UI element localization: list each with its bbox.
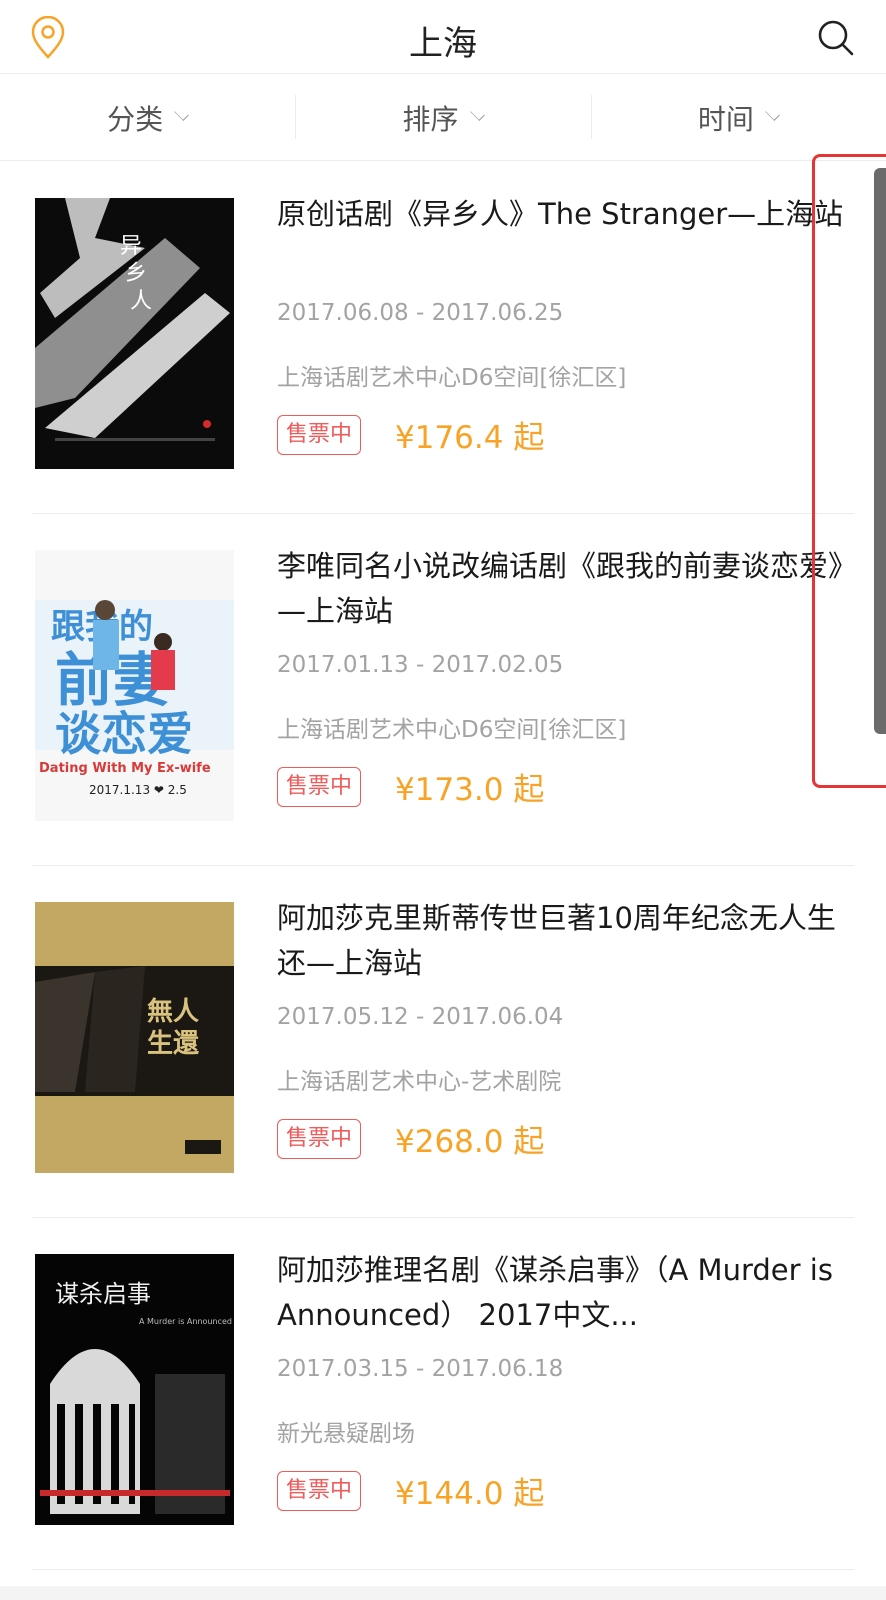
poster-text: 异 (120, 234, 142, 259)
filter-category[interactable]: 分类 (0, 75, 295, 160)
filter-category-label: 分类 (107, 102, 164, 136)
event-card[interactable]: 异 乡 人 原创话剧《异乡人》The Stranger—上海站 2017.06.… (32, 162, 854, 514)
status-badge: 售票中 (277, 414, 362, 455)
event-price: ¥144.0 起 (395, 1476, 545, 1512)
event-card[interactable]: 谋杀启事 A Murder is Announced 阿加莎推理名剧《谋杀启事》… (32, 1218, 854, 1570)
event-title[interactable]: 李唯同名小说改编话剧《跟我的前妻谈恋爱》—上海站 (277, 544, 857, 634)
status-badge: 售票中 (277, 1470, 362, 1511)
app-header: 上海 (0, 0, 886, 74)
event-card[interactable]: 無人 生還 阿加莎克里斯蒂传世巨著10周年纪念无人生还—上海站 2017.05.… (32, 866, 854, 1218)
event-dates: 2017.05.12 - 2017.06.04 (277, 1004, 564, 1030)
poster-text: 人 (130, 289, 152, 314)
event-price: ¥176.4 起 (395, 420, 545, 456)
filter-sort[interactable]: 排序 (295, 75, 590, 160)
chevron-down-icon (174, 106, 190, 121)
event-dates: 2017.06.08 - 2017.06.25 (277, 300, 564, 326)
event-price: ¥268.0 起 (395, 1124, 545, 1160)
bottom-divider (0, 1586, 886, 1600)
event-poster[interactable]: 谋杀启事 A Murder is Announced (35, 1254, 234, 1525)
status-badge: 售票中 (277, 766, 362, 807)
event-title[interactable]: 阿加莎克里斯蒂传世巨著10周年纪念无人生还—上海站 (277, 896, 857, 986)
poster-text: 2017.1.13 ❤ 2.5 (89, 783, 187, 797)
event-dates: 2017.01.13 - 2017.02.05 (277, 652, 564, 678)
filter-bar: 分类 排序 时间 (0, 75, 886, 161)
poster-text: Dating With My Ex-wife (39, 761, 211, 776)
event-price: ¥173.0 起 (395, 772, 545, 808)
event-dates: 2017.03.15 - 2017.06.18 (277, 1356, 564, 1382)
chevron-down-icon (469, 106, 485, 121)
filter-time[interactable]: 时间 (590, 75, 886, 160)
chevron-down-icon (764, 106, 780, 121)
event-list: 异 乡 人 原创话剧《异乡人》The Stranger—上海站 2017.06.… (0, 162, 886, 1570)
event-venue: 上海话剧艺术中心D6空间[徐汇区] (277, 717, 627, 743)
event-poster[interactable]: 跟我的 前妻 谈恋爱 Dating With My Ex-wife 2017.1… (35, 550, 234, 821)
event-card[interactable]: 跟我的 前妻 谈恋爱 Dating With My Ex-wife 2017.1… (32, 514, 857, 866)
event-venue: 上海话剧艺术中心D6空间[徐汇区] (277, 365, 627, 391)
event-title[interactable]: 阿加莎推理名剧《谋杀启事》（A Murder is Announced） 201… (277, 1248, 857, 1338)
poster-text: 生還 (147, 1029, 200, 1059)
event-venue: 上海话剧艺术中心-艺术剧院 (277, 1069, 562, 1095)
filter-sort-label: 排序 (402, 102, 459, 136)
poster-text: 谋杀启事 (55, 1280, 151, 1308)
event-venue: 新光悬疑剧场 (277, 1421, 415, 1447)
status-badge: 售票中 (277, 1118, 362, 1159)
poster-text: 谈恋爱 (55, 707, 193, 761)
event-poster[interactable]: 异 乡 人 (35, 198, 234, 469)
scrollbar-thumb[interactable] (874, 168, 886, 734)
poster-text: A Murder is Announced (139, 1317, 232, 1326)
city-title[interactable]: 上海 (0, 16, 886, 65)
event-poster[interactable]: 無人 生還 (35, 902, 234, 1173)
poster-text: 無人 (147, 997, 199, 1027)
filter-time-label: 时间 (697, 102, 754, 136)
event-title[interactable]: 原创话剧《异乡人》The Stranger—上海站 (277, 192, 857, 282)
poster-text: 乡 (125, 261, 147, 286)
search-icon[interactable] (816, 18, 856, 58)
